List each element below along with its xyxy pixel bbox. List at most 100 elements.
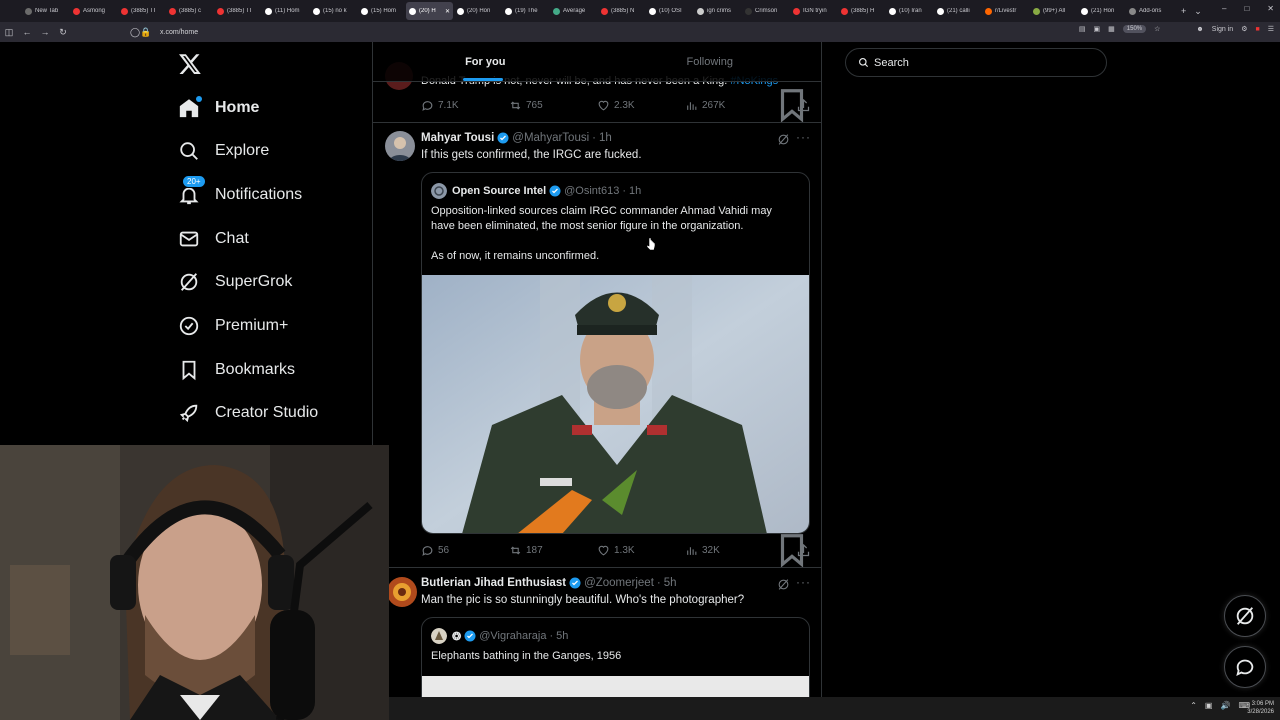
picture-icon[interactable]: ▦ [1108,25,1115,33]
lock-icon[interactable]: 🔒 [140,27,151,38]
author-name[interactable]: Mahyar Tousi [421,132,494,144]
rocket-icon [179,404,198,423]
chevron-up-icon[interactable]: ⌃ [1190,701,1197,710]
browser-tab[interactable]: (3885) TI [214,2,261,20]
tab-close-icon[interactable]: ✕ [445,8,450,15]
extension-badge-icon[interactable]: ■ [1255,26,1259,33]
quote-card[interactable]: Open Source Intel @Osint613 · 1h Opposit… [421,172,810,534]
browser-tab[interactable]: Asmong [70,2,117,20]
browser-tab[interactable]: (11) Hom [262,2,309,20]
repost-button[interactable]: 765 [509,99,543,112]
browser-tab[interactable]: (10) OSI [646,2,693,20]
tab-favicon-icon [1129,7,1136,15]
like-button[interactable]: 1.3K [597,544,635,557]
search-placeholder[interactable]: Search [874,57,909,69]
tab-label: IGN tryin [803,8,827,14]
tab-for-you[interactable]: For you [373,42,598,81]
browser-tab[interactable]: New Tab [22,2,69,20]
post-time[interactable]: 5h [664,577,677,589]
nav-explore[interactable]: Explore [178,136,269,166]
nav-chat[interactable]: Chat [178,224,249,254]
clock[interactable]: 3:06 PM 3/28/2026 [1247,700,1274,716]
sidebar-toggle-icon[interactable]: ◫ [0,27,18,38]
browser-tab[interactable]: (99+) All [1030,2,1077,20]
tab-label: (19) The [515,8,538,14]
messages-button[interactable] [1224,646,1266,688]
browser-tab[interactable]: (3885) c [166,2,213,20]
author-handle[interactable]: @MahyarTousi [512,132,589,144]
url-bar[interactable]: ◯ 🔒 x.com/home [130,25,1130,39]
sign-in-link[interactable]: Sign in [1212,26,1233,33]
shield-icon[interactable]: ◯ [130,27,140,38]
browser-tab[interactable]: Add-ons [1126,2,1173,20]
forward-icon[interactable]: → [36,27,54,37]
reload-icon[interactable]: ↻ [54,27,72,38]
browser-tab[interactable]: (10) Iran [886,2,933,20]
tab-list-icon[interactable]: ⌄ [1194,6,1202,17]
url-text[interactable]: x.com/home [160,29,198,36]
menu-icon[interactable]: ☰ [1268,25,1274,33]
nav-creator-studio[interactable]: Creator Studio [178,398,318,428]
volume-icon[interactable]: 🔊 [1220,701,1230,710]
browser-tab[interactable]: IGN tryin [790,2,837,20]
reader-view-icon[interactable]: ▤ [1079,25,1086,33]
network-icon[interactable]: ▣ [1205,701,1213,710]
avatar[interactable] [385,131,415,161]
author-handle[interactable]: @Zoomerjeet [584,577,654,589]
grok-icon[interactable] [777,133,790,146]
bookmark-star-icon[interactable]: ☆ [1154,25,1160,33]
browser-tab[interactable]: (21) calli [934,2,981,20]
nav-home[interactable]: Home [178,93,259,123]
browser-tab[interactable]: (15) Hom [358,2,405,20]
browser-tab[interactable]: (21) Hon [1078,2,1125,20]
minimize-icon[interactable]: – [1222,4,1226,13]
browser-tab[interactable]: r/Livestr [982,2,1029,20]
back-icon[interactable]: ← [18,27,36,37]
views-button[interactable]: 32K [685,544,720,557]
share-icon[interactable] [796,98,811,113]
extensions-icon[interactable]: ⚙ [1241,25,1247,33]
nav-bookmarks[interactable]: Bookmarks [178,355,295,385]
nav-notifications[interactable]: 20+ Notifications [178,175,302,210]
quote-image[interactable] [422,275,809,533]
restore-icon[interactable]: □ [1244,4,1249,13]
browser-tab[interactable]: (3885) N [598,2,645,20]
browser-tab[interactable]: (20) Hon [454,2,501,20]
zoom-level[interactable]: 150% [1122,25,1147,33]
reply-button[interactable]: 7.1K [421,99,459,112]
share-icon[interactable] [796,543,811,558]
new-tab-icon[interactable]: + [1181,6,1186,16]
grok-button[interactable] [1224,595,1266,637]
repost-button[interactable]: 187 [509,544,543,557]
nav-supergrok[interactable]: SuperGrok [178,267,292,297]
more-options-icon[interactable]: ··· [796,575,811,589]
views-button[interactable]: 267K [685,99,725,112]
author-name[interactable]: Butlerian Jihad Enthusiast [421,577,566,589]
timeline: For you Following Donald Trump is not, n… [372,42,822,697]
tab-following[interactable]: Following [598,42,822,81]
account-icon[interactable]: ☻ [1196,26,1203,33]
quote-image[interactable] [422,676,809,697]
browser-tab[interactable]: ign crims [694,2,741,20]
x-logo-icon[interactable] [178,52,202,76]
nav-premium[interactable]: Premium+ [178,311,288,341]
browser-tab[interactable]: (3885) H [838,2,885,20]
quote-card[interactable]: ❂ @Vigraharaja · 5h Elephants bathing in… [421,617,810,697]
browser-tab[interactable]: (20) H ✕ [406,2,453,20]
post-time[interactable]: 1h [599,132,612,144]
search-bar[interactable]: Search [845,48,1107,77]
browser-tab[interactable]: (19) The [502,2,549,20]
reply-button[interactable]: 56 [421,544,449,557]
avatar[interactable] [387,577,417,607]
browser-nav-bar: ◫ ← → ↻ ◯ 🔒 x.com/home ▤ ▣ ▦ 150% ☆ ☻ Si… [0,22,1280,42]
grok-icon[interactable] [777,578,790,591]
browser-tab[interactable]: (15) no k [310,2,357,20]
nav-creator-studio-label: Creator Studio [215,404,319,421]
close-window-icon[interactable]: ✕ [1267,4,1274,13]
like-button[interactable]: 2.3K [597,99,635,112]
browser-tab[interactable]: Crimson [742,2,789,20]
browser-tab[interactable]: Average [550,2,597,20]
screenshot-icon[interactable]: ▣ [1094,25,1101,33]
browser-tab[interactable]: (3885) TI [118,2,165,20]
more-options-icon[interactable]: ··· [796,130,811,144]
